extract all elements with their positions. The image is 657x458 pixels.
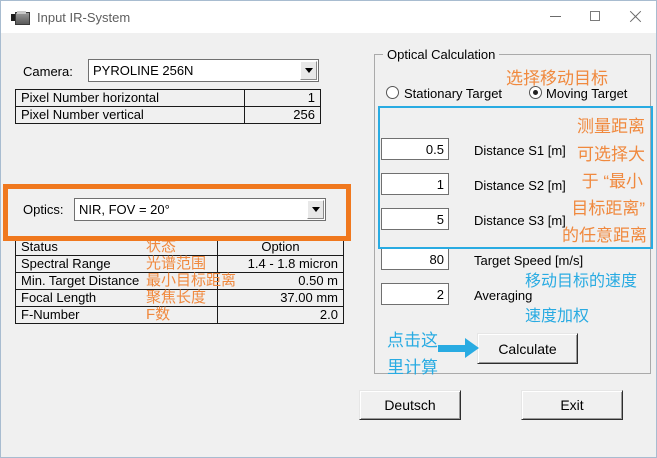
maximize-icon — [590, 11, 600, 21]
distance-annotation-title-zh: 测量距离 — [577, 112, 645, 137]
distance-s3-label: Distance S3 [m] — [474, 213, 566, 228]
camera-icon — [11, 11, 29, 24]
minimize-button[interactable] — [535, 1, 575, 31]
camera-combobox[interactable]: PYROLINE 256N — [88, 59, 319, 82]
chevron-down-icon — [312, 207, 320, 212]
status-header-label: Status — [16, 239, 218, 255]
status-header-zh: 状态 — [146, 239, 176, 255]
distance-annotation-line2-zh: 于 “最小 — [582, 167, 643, 192]
distance-s2-label: Distance S2 [m] — [474, 178, 566, 193]
camera-selected-value: PYROLINE 256N — [93, 63, 193, 78]
calculate-arrow-icon — [438, 345, 466, 352]
distance-annotation-line4-zh: 的任意距离 — [562, 221, 647, 246]
pixel-horizontal-value: 1 — [245, 90, 320, 106]
table-row: Pixel Number vertical 256 — [16, 106, 320, 123]
table-row: Focal Length 聚焦长度 37.00 mm — [16, 289, 343, 306]
optics-combobox[interactable]: NIR, FOV = 20° — [74, 198, 326, 221]
title-bar: Input IR-System — [1, 1, 656, 33]
focal-length-value: 37.00 mm — [218, 290, 343, 306]
optics-selected-value: NIR, FOV = 20° — [79, 202, 170, 217]
pixel-horizontal-label: Pixel Number horizontal — [16, 90, 245, 106]
pixel-table: Pixel Number horizontal 1 Pixel Number v… — [15, 89, 321, 124]
option-header-label: Option — [218, 239, 343, 255]
target-speed-input[interactable] — [381, 248, 449, 270]
distance-s2-input[interactable] — [381, 173, 449, 195]
pixel-vertical-value: 256 — [245, 107, 320, 123]
close-button[interactable] — [615, 1, 655, 31]
target-speed-annotation-zh: 移动目标的速度 — [525, 267, 637, 291]
distance-s1-input[interactable] — [381, 138, 449, 160]
f-number-label: F-Number — [16, 307, 218, 323]
optics-dropdown-button[interactable] — [307, 200, 324, 219]
distance-annotation-line1-zh: 可选择大 — [577, 140, 645, 165]
focal-length-zh: 聚焦长度 — [146, 290, 206, 306]
exit-button[interactable]: Exit — [521, 390, 623, 420]
minimize-icon — [550, 16, 561, 17]
table-row: Min. Target Distance 最小目标距离 0.50 m — [16, 272, 343, 289]
averaging-annotation-zh: 速度加权 — [525, 302, 589, 326]
averaging-input[interactable] — [381, 283, 449, 305]
calculate-button[interactable]: Calculate — [477, 333, 578, 364]
calculate-annotation-line1-zh: 点击这 — [387, 326, 438, 351]
min-target-distance-value: 0.50 m — [218, 273, 343, 289]
spectral-range-value: 1.4 - 1.8 micron — [218, 256, 343, 272]
stationary-target-label[interactable]: Stationary Target — [404, 86, 502, 101]
deutsch-button[interactable]: Deutsch — [359, 390, 461, 420]
status-table: Status 状态 Option Spectral Range 光谱范围 1.4… — [15, 238, 344, 324]
pixel-vertical-label: Pixel Number vertical — [16, 107, 245, 123]
input-ir-system-dialog: Input IR-System Camera: PYROLINE 256N Pi… — [0, 0, 657, 458]
moving-target-annotation-zh: 选择移动目标 — [506, 64, 608, 89]
stationary-target-radio[interactable] — [386, 86, 399, 99]
table-row: Pixel Number horizontal 1 — [16, 90, 320, 106]
chevron-down-icon — [305, 68, 313, 73]
table-row: Spectral Range 光谱范围 1.4 - 1.8 micron — [16, 255, 343, 272]
averaging-label: Averaging — [474, 288, 532, 303]
camera-dropdown-button[interactable] — [300, 61, 317, 80]
spectral-range-zh: 光谱范围 — [146, 256, 206, 272]
table-row: F-Number F数 2.0 — [16, 306, 343, 323]
min-target-distance-zh: 最小目标距离 — [146, 273, 236, 289]
maximize-button[interactable] — [575, 1, 615, 31]
f-number-zh: F数 — [146, 307, 170, 323]
distance-annotation-line3-zh: 目标距离” — [571, 194, 645, 219]
window-title: Input IR-System — [37, 10, 130, 25]
target-speed-label: Target Speed [m/s] — [474, 253, 583, 268]
calculate-arrow-head-icon — [465, 338, 479, 358]
calculate-annotation-line2-zh: 里计算 — [387, 353, 438, 378]
distance-s1-label: Distance S1 [m] — [474, 143, 566, 158]
optics-label: Optics: — [23, 202, 63, 217]
close-icon — [629, 10, 642, 23]
table-header-row: Status 状态 Option — [16, 239, 343, 255]
camera-label: Camera: — [23, 64, 73, 79]
optical-calculation-title: Optical Calculation — [383, 47, 499, 62]
distance-s3-input[interactable] — [381, 208, 449, 230]
f-number-value: 2.0 — [218, 307, 343, 323]
